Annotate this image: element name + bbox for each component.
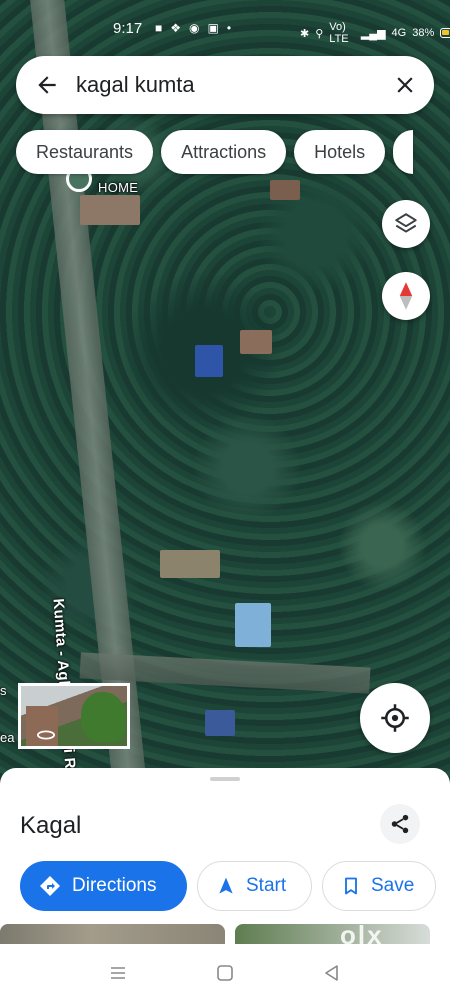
map-edge-label: ea xyxy=(0,730,15,745)
street-view-360-icon xyxy=(37,730,55,740)
location-icon: ⚲ xyxy=(315,27,324,40)
building xyxy=(160,550,220,578)
bluetooth-icon: ✱ xyxy=(300,27,310,40)
share-icon xyxy=(391,814,409,834)
network-label: Vo) LTE xyxy=(329,21,349,45)
app-icon: ❖ xyxy=(170,21,182,35)
place-photo[interactable] xyxy=(235,924,430,944)
save-label: Save xyxy=(371,875,415,896)
sheet-drag-handle[interactable] xyxy=(210,777,240,781)
building xyxy=(240,330,272,354)
building xyxy=(270,180,300,200)
save-button[interactable]: Save xyxy=(322,861,436,911)
status-bar: 9:17 ■ ❖ ◉ ▣ • ✱ ⚲ Vo) LTE ▂▄▆ 4G 38% xyxy=(0,12,450,45)
map-edge-label: s xyxy=(0,683,7,698)
drop-icon: ◉ xyxy=(189,21,200,35)
dot-icon: • xyxy=(226,21,232,35)
compass-icon xyxy=(399,282,413,310)
recent-apps-icon[interactable] xyxy=(108,963,128,983)
chip-overflow[interactable] xyxy=(393,130,414,174)
chip-hotels[interactable]: Hotels xyxy=(294,130,386,174)
street-view-thumbnail[interactable] xyxy=(18,683,130,749)
my-location-button[interactable] xyxy=(360,683,430,753)
building xyxy=(80,195,140,225)
home-icon[interactable] xyxy=(215,963,235,983)
close-icon[interactable] xyxy=(392,72,418,98)
network2-label: 4G xyxy=(391,27,407,39)
system-nav-bar xyxy=(0,945,450,1000)
layers-icon xyxy=(395,213,417,233)
building xyxy=(235,603,271,647)
directions-icon xyxy=(40,876,60,896)
start-label: Start xyxy=(246,875,287,896)
chip-restaurants[interactable]: Restaurants xyxy=(16,130,154,174)
back-icon[interactable] xyxy=(322,963,342,983)
battery-icon xyxy=(440,28,450,38)
compass-button[interactable] xyxy=(382,272,430,320)
directions-label: Directions xyxy=(72,875,157,896)
action-buttons: Directions Start Save xyxy=(20,861,436,911)
directions-button[interactable]: Directions xyxy=(20,861,187,911)
building xyxy=(205,710,235,736)
signal-icon: ▂▄▆ xyxy=(360,27,386,40)
search-input[interactable]: kagal kumta xyxy=(76,72,195,98)
chip-attractions[interactable]: Attractions xyxy=(161,130,287,174)
battery-percent: 38% xyxy=(412,27,435,39)
bookmark-icon xyxy=(345,877,357,895)
search-bar[interactable]: kagal kumta xyxy=(16,56,434,114)
place-title: Kagal xyxy=(20,812,82,839)
status-time: 9:17 xyxy=(113,20,143,37)
video-icon: ■ xyxy=(155,21,163,35)
navigation-arrow-icon xyxy=(219,877,233,894)
lock-icon: ▣ xyxy=(207,21,219,35)
notification-icons: ■ ❖ ◉ ▣ • xyxy=(155,21,231,35)
crosshair-icon xyxy=(381,704,409,732)
system-icons: ✱ ⚲ Vo) LTE ▂▄▆ 4G 38% xyxy=(300,21,450,45)
layers-button[interactable] xyxy=(382,200,430,248)
building xyxy=(195,345,223,377)
street-view-tree xyxy=(81,692,126,742)
category-chips: Restaurants Attractions Hotels xyxy=(16,130,414,176)
home-label[interactable]: HOME xyxy=(98,180,138,195)
place-photo[interactable] xyxy=(0,924,225,944)
back-arrow-icon[interactable] xyxy=(34,72,60,98)
start-button[interactable]: Start xyxy=(197,861,312,911)
satellite-map[interactable]: HOME Kumta - Aghanashini Ro s ea xyxy=(0,0,450,780)
share-button[interactable] xyxy=(380,804,420,844)
